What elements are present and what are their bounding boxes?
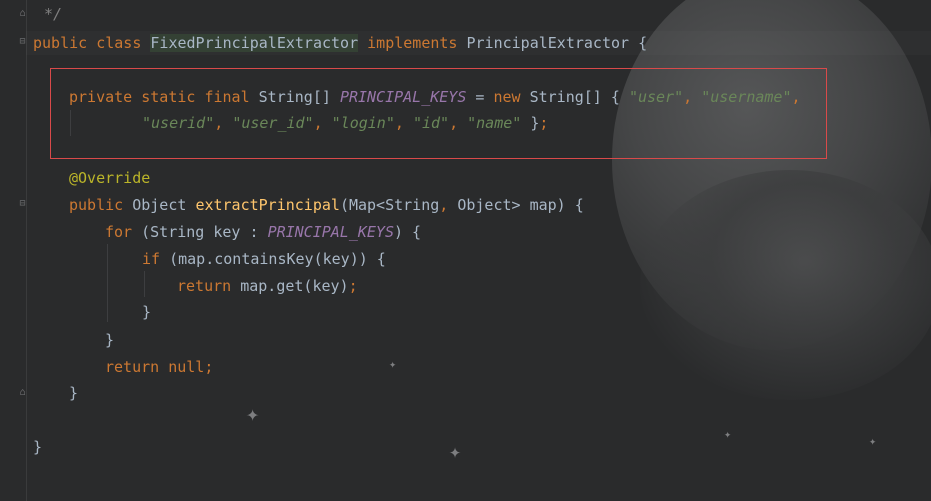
method-params: Object> map) { bbox=[457, 196, 584, 214]
string-literal: "user" bbox=[628, 88, 684, 106]
keyword-null: null bbox=[168, 358, 205, 376]
return-expression: map.get(key) bbox=[240, 277, 349, 295]
code-line-close-for[interactable]: } bbox=[105, 328, 114, 352]
string-literal: "userid" bbox=[142, 114, 215, 132]
comma: , bbox=[791, 88, 801, 106]
brace: } bbox=[105, 331, 115, 349]
code-line-close-if[interactable]: } bbox=[142, 300, 151, 324]
keyword-if: if bbox=[142, 250, 161, 268]
operator: = bbox=[475, 88, 485, 106]
code-line-class-declaration[interactable]: public class FixedPrincipalExtractor imp… bbox=[33, 31, 647, 55]
if-condition: (map.containsKey(key)) { bbox=[169, 250, 386, 268]
editor-gutter bbox=[0, 0, 27, 501]
code-line-close-class[interactable]: } bbox=[33, 435, 42, 459]
code-line-for[interactable]: for (String key : PRINCIPAL_KEYS) { bbox=[105, 220, 421, 244]
comma: , bbox=[449, 114, 459, 132]
code-line-method-declaration[interactable]: public Object extractPrincipal(Map<Strin… bbox=[69, 193, 584, 217]
indent-guide bbox=[144, 271, 145, 297]
type-name: Object bbox=[132, 196, 187, 214]
brace: { bbox=[610, 88, 620, 106]
background-star: ✦ bbox=[246, 402, 260, 427]
keyword-implements: implements bbox=[367, 34, 458, 52]
comma: , bbox=[214, 114, 224, 132]
background-star: ✦ bbox=[449, 439, 462, 463]
constant-name[interactable]: PRINCIPAL_KEYS bbox=[268, 223, 394, 241]
fold-start-icon[interactable]: ⊟ bbox=[17, 198, 28, 210]
semicolon: ; bbox=[539, 114, 549, 132]
type-name: String[] bbox=[258, 88, 331, 106]
code-line-comment[interactable]: */ bbox=[44, 2, 62, 26]
string-literal: "username" bbox=[701, 88, 792, 106]
method-name[interactable]: extractPrincipal bbox=[195, 196, 340, 214]
keyword-public: public bbox=[33, 34, 88, 52]
comma: , bbox=[313, 114, 323, 132]
keyword-return: return bbox=[105, 358, 160, 376]
code-line-if[interactable]: if (map.containsKey(key)) { bbox=[142, 247, 386, 271]
brace: } bbox=[33, 438, 43, 456]
background-star: ✦ bbox=[869, 434, 877, 448]
semicolon: ; bbox=[348, 277, 358, 295]
comma: , bbox=[683, 88, 693, 106]
background-cloud bbox=[640, 170, 931, 400]
fold-end-icon[interactable]: ⌂ bbox=[17, 8, 28, 20]
brace: { bbox=[638, 34, 648, 52]
string-literal: "user_id" bbox=[232, 114, 314, 132]
keyword-static: static bbox=[141, 88, 196, 106]
class-name[interactable]: FixedPrincipalExtractor bbox=[150, 34, 359, 52]
code-line-annotation[interactable]: @Override bbox=[69, 166, 150, 190]
code-line-return-null[interactable]: return null; bbox=[105, 355, 213, 379]
keyword-final: final bbox=[204, 88, 250, 106]
code-line-close-method[interactable]: } bbox=[69, 381, 78, 405]
method-params: (Map<String bbox=[339, 196, 440, 214]
comma: , bbox=[439, 196, 449, 214]
for-head: (String key : bbox=[141, 223, 268, 241]
code-line-return-value[interactable]: return map.get(key); bbox=[177, 274, 358, 298]
keyword-new: new bbox=[493, 88, 521, 106]
for-tail: ) { bbox=[394, 223, 422, 241]
keyword-return: return bbox=[177, 277, 232, 295]
string-literal: "id" bbox=[412, 114, 450, 132]
background-star: ✦ bbox=[389, 357, 397, 371]
comma: , bbox=[394, 114, 404, 132]
interface-name[interactable]: PrincipalExtractor bbox=[467, 34, 630, 52]
code-line-field-declaration[interactable]: private static final String[] PRINCIPAL_… bbox=[69, 85, 801, 109]
semicolon: ; bbox=[204, 358, 214, 376]
fold-end-icon[interactable]: ⌂ bbox=[17, 387, 28, 399]
constant-name[interactable]: PRINCIPAL_KEYS bbox=[340, 88, 466, 106]
keyword-class: class bbox=[96, 34, 142, 52]
annotation-override: @Override bbox=[69, 169, 151, 187]
code-line-field-continuation[interactable]: "userid", "user_id", "login", "id", "nam… bbox=[142, 111, 548, 135]
type-name: String[] bbox=[529, 88, 602, 106]
indent-guide bbox=[107, 244, 108, 322]
string-literal: "name" bbox=[467, 114, 522, 132]
string-literal: "login" bbox=[331, 114, 395, 132]
keyword-for: for bbox=[105, 223, 133, 241]
background-star: ✦ bbox=[724, 427, 732, 441]
comment-end: */ bbox=[44, 5, 63, 23]
brace: } bbox=[142, 303, 152, 321]
keyword-public: public bbox=[69, 196, 124, 214]
keyword-private: private bbox=[69, 88, 133, 106]
brace: } bbox=[69, 384, 79, 402]
